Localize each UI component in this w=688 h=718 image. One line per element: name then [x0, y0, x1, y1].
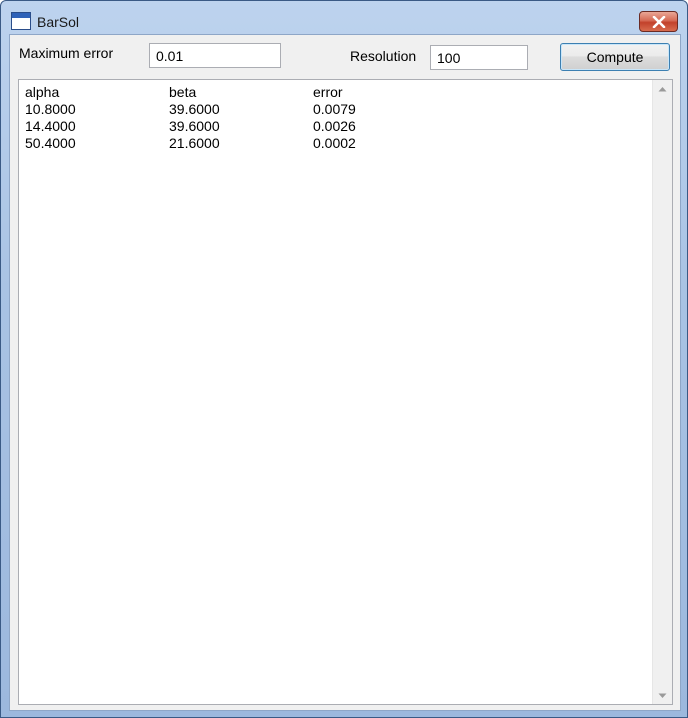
results-row: 14.4000 39.6000 0.0026	[25, 118, 457, 135]
cell-alpha: 50.4000	[25, 135, 76, 151]
app-window-icon	[11, 12, 31, 30]
cell-beta: 21.6000	[169, 135, 220, 151]
header-alpha: alpha	[25, 84, 60, 100]
scroll-down-button[interactable]	[653, 687, 672, 704]
max-error-label: Maximum error	[19, 45, 114, 61]
header-beta: beta	[169, 84, 197, 100]
close-icon	[652, 15, 665, 28]
client-area: Maximum error Resolution Compute alpha b…	[9, 34, 681, 711]
cell-error: 0.0079	[313, 101, 356, 117]
scroll-down-arrow-icon	[658, 693, 667, 698]
close-button[interactable]	[639, 11, 678, 32]
cell-alpha: 14.4000	[25, 118, 76, 134]
results-row: 50.4000 21.6000 0.0002	[25, 135, 457, 152]
app-window: BarSol Maximum error Resolution Compute …	[0, 0, 688, 718]
resolution-label: Resolution	[350, 48, 417, 64]
cell-beta: 39.6000	[169, 118, 220, 134]
resolution-input[interactable]	[430, 45, 528, 70]
results-header-row: alpha beta error	[25, 84, 457, 101]
results-output-box[interactable]: alpha beta error 10.8000 39.6000 0.0079 …	[18, 79, 673, 705]
cell-beta: 39.6000	[169, 101, 220, 117]
scroll-up-button[interactable]	[653, 80, 672, 97]
cell-error: 0.0026	[313, 118, 356, 134]
window-title: BarSol	[37, 14, 80, 30]
max-error-input[interactable]	[149, 43, 281, 68]
scroll-up-arrow-icon	[658, 86, 667, 91]
compute-button[interactable]: Compute	[560, 43, 670, 71]
results-row: 10.8000 39.6000 0.0079	[25, 101, 457, 118]
title-bar[interactable]: BarSol	[1, 1, 687, 33]
cell-error: 0.0002	[313, 135, 356, 151]
vertical-scrollbar[interactable]	[652, 80, 672, 704]
results-text: alpha beta error 10.8000 39.6000 0.0079 …	[25, 84, 457, 152]
header-error: error	[313, 84, 343, 100]
cell-alpha: 10.8000	[25, 101, 76, 117]
